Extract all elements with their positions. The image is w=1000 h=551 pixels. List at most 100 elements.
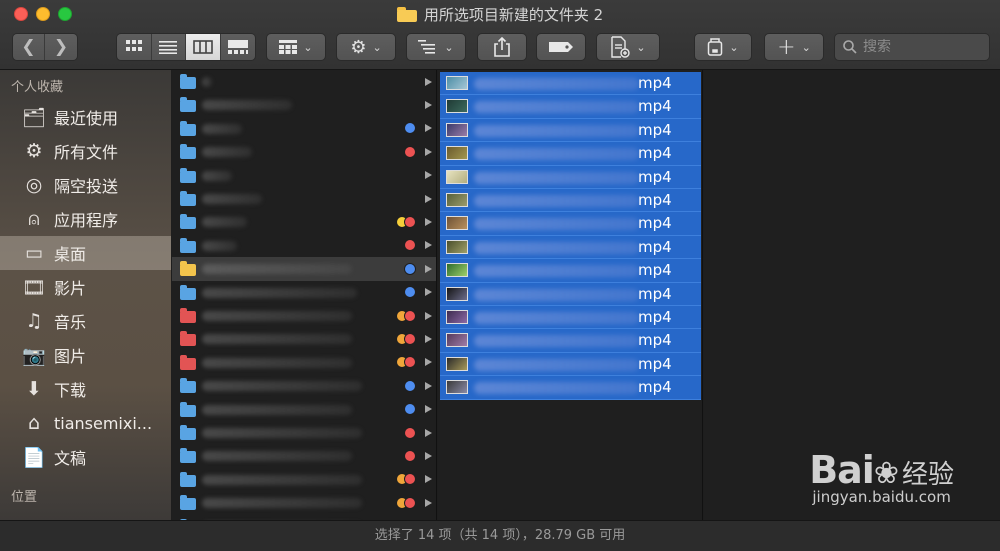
- file-row[interactable]: mp4: [440, 282, 701, 306]
- sidebar-item[interactable]: ♫ 音乐: [0, 304, 171, 338]
- folder-row[interactable]: [172, 210, 436, 233]
- folder-row[interactable]: [172, 304, 436, 327]
- folder-row[interactable]: [172, 234, 436, 257]
- folder-row[interactable]: [172, 70, 436, 93]
- file-row[interactable]: mp4: [440, 165, 701, 189]
- list-view-button[interactable]: [151, 34, 186, 60]
- video-thumbnail-icon: [446, 216, 468, 231]
- share-button[interactable]: [477, 33, 527, 61]
- folder-icon: [180, 214, 196, 230]
- download-icon: ⬇: [26, 378, 42, 400]
- file-row[interactable]: mp4: [440, 235, 701, 260]
- file-row[interactable]: mp4: [440, 142, 701, 166]
- search-field[interactable]: [834, 33, 990, 61]
- sidebar-item-label: 最近使用: [54, 109, 119, 128]
- sidebar-item[interactable]: ◎ 隔空投送: [0, 168, 171, 202]
- action-menu-button[interactable]: ⚙ ⌄: [336, 33, 396, 61]
- folder-row[interactable]: [172, 374, 436, 397]
- document-add-icon: [611, 36, 631, 58]
- edit-tags-button[interactable]: [536, 33, 586, 61]
- folder-row[interactable]: [172, 491, 436, 514]
- column-view-button[interactable]: [186, 34, 221, 60]
- file-extension: mp4: [638, 261, 672, 280]
- folder-row[interactable]: [172, 140, 436, 163]
- sidebar-item[interactable]: ⬇ 下载: [0, 372, 171, 406]
- folder-row[interactable]: [172, 444, 436, 467]
- video-thumbnail-icon: [446, 263, 468, 278]
- add-button[interactable]: + ⌄: [764, 33, 824, 61]
- tag-dots: [404, 450, 416, 463]
- sidebar-item[interactable]: 🗂 最近使用: [0, 100, 171, 134]
- sidebar-item[interactable]: ⍝ 应用程序: [0, 202, 171, 236]
- tag-dots: [404, 262, 416, 275]
- chevron-down-icon: ⌄: [303, 40, 313, 54]
- folder-icon: [180, 448, 196, 464]
- file-row[interactable]: mp4: [440, 352, 701, 377]
- file-row[interactable]: mp4: [440, 95, 701, 119]
- arrange-icon: [418, 40, 436, 54]
- sidebar-item[interactable]: ▭ 桌面: [0, 236, 171, 270]
- file-row[interactable]: mp4: [440, 189, 701, 213]
- tag-dot-red: [404, 426, 416, 439]
- blurred-folder-name: [202, 474, 362, 485]
- video-thumbnail-icon: [446, 310, 468, 324]
- tag-dots: [396, 496, 416, 509]
- folder-row[interactable]: [172, 468, 436, 491]
- sidebar-item-label: 隔空投送: [54, 177, 119, 196]
- view-mode-control: [116, 33, 256, 61]
- sidebar-item[interactable]: 📄 文稿: [0, 440, 171, 474]
- video-thumbnail-icon: [446, 99, 468, 114]
- file-row[interactable]: mp4: [440, 118, 701, 143]
- file-row[interactable]: mp4: [440, 72, 701, 96]
- tag-dot-blue: [404, 262, 416, 275]
- tag-dot-blue: [404, 403, 416, 416]
- sidebar-item[interactable]: ⌂ tiansemixi...: [0, 406, 171, 440]
- folder-row[interactable]: [172, 93, 436, 116]
- tag-dots: [396, 333, 416, 346]
- drive-menu-button[interactable]: ⌄: [694, 33, 752, 61]
- tag-dots: [404, 145, 416, 158]
- folder-icon: [180, 97, 196, 113]
- arrange-button[interactable]: ⌄: [406, 33, 466, 61]
- search-input[interactable]: [863, 39, 983, 55]
- file-row[interactable]: mp4: [440, 306, 701, 330]
- group-by-button[interactable]: ⌄: [266, 33, 326, 61]
- icon-view-button[interactable]: [117, 34, 152, 60]
- folder-row[interactable]: [172, 398, 436, 421]
- folder-row[interactable]: [172, 164, 436, 187]
- folder-row[interactable]: [172, 187, 436, 210]
- file-row[interactable]: mp4: [440, 259, 701, 283]
- disclosure-triangle-icon: [425, 101, 432, 110]
- folder-row[interactable]: [172, 351, 436, 374]
- sidebar-item[interactable]: 🎞 影片: [0, 270, 171, 304]
- folder-row[interactable]: [172, 327, 436, 350]
- airdrop-icon: ◎: [25, 174, 43, 196]
- file-row[interactable]: mp4: [440, 212, 701, 236]
- tag-dots: [404, 379, 416, 392]
- folder-row[interactable]: [172, 257, 436, 281]
- folder-icon: [180, 237, 196, 253]
- folder-row[interactable]: [172, 421, 436, 444]
- file-row[interactable]: mp4: [440, 376, 701, 400]
- blurred-folder-name: [202, 428, 362, 438]
- gallery-view-button[interactable]: [220, 34, 255, 60]
- sidebar-item-label: 图片: [54, 347, 87, 366]
- sidebar: 个人收藏 🗂 最近使用 ⚙ 所有文件 ◎ 隔空投送 ⍝ 应用程序 ▭ 桌面 🎞 影片 ♫ 音乐 📷 图片 ⬇ 下载…: [0, 70, 171, 520]
- watermark-logo: Bai❀ 经验: [809, 448, 954, 492]
- forward-button[interactable]: ❯: [45, 34, 77, 60]
- sidebar-item[interactable]: 📷 图片: [0, 338, 171, 372]
- blurred-folder-name: [202, 170, 232, 181]
- new-document-button[interactable]: ⌄: [596, 33, 660, 61]
- blurred-file-name: [474, 148, 639, 161]
- sidebar-item[interactable]: ⚙ 所有文件: [0, 134, 171, 168]
- file-row[interactable]: mp4: [440, 329, 701, 353]
- file-extension: mp4: [638, 378, 672, 397]
- file-extension: mp4: [638, 331, 672, 350]
- folder-row[interactable]: [172, 281, 436, 304]
- chevron-right-icon: ❯: [53, 37, 69, 57]
- folder-icon: [180, 354, 196, 370]
- disclosure-triangle-icon: [425, 311, 432, 320]
- folder-row[interactable]: [172, 117, 436, 140]
- watermark-logo-suffix: 经验: [901, 460, 954, 490]
- back-button[interactable]: ❮: [13, 34, 46, 60]
